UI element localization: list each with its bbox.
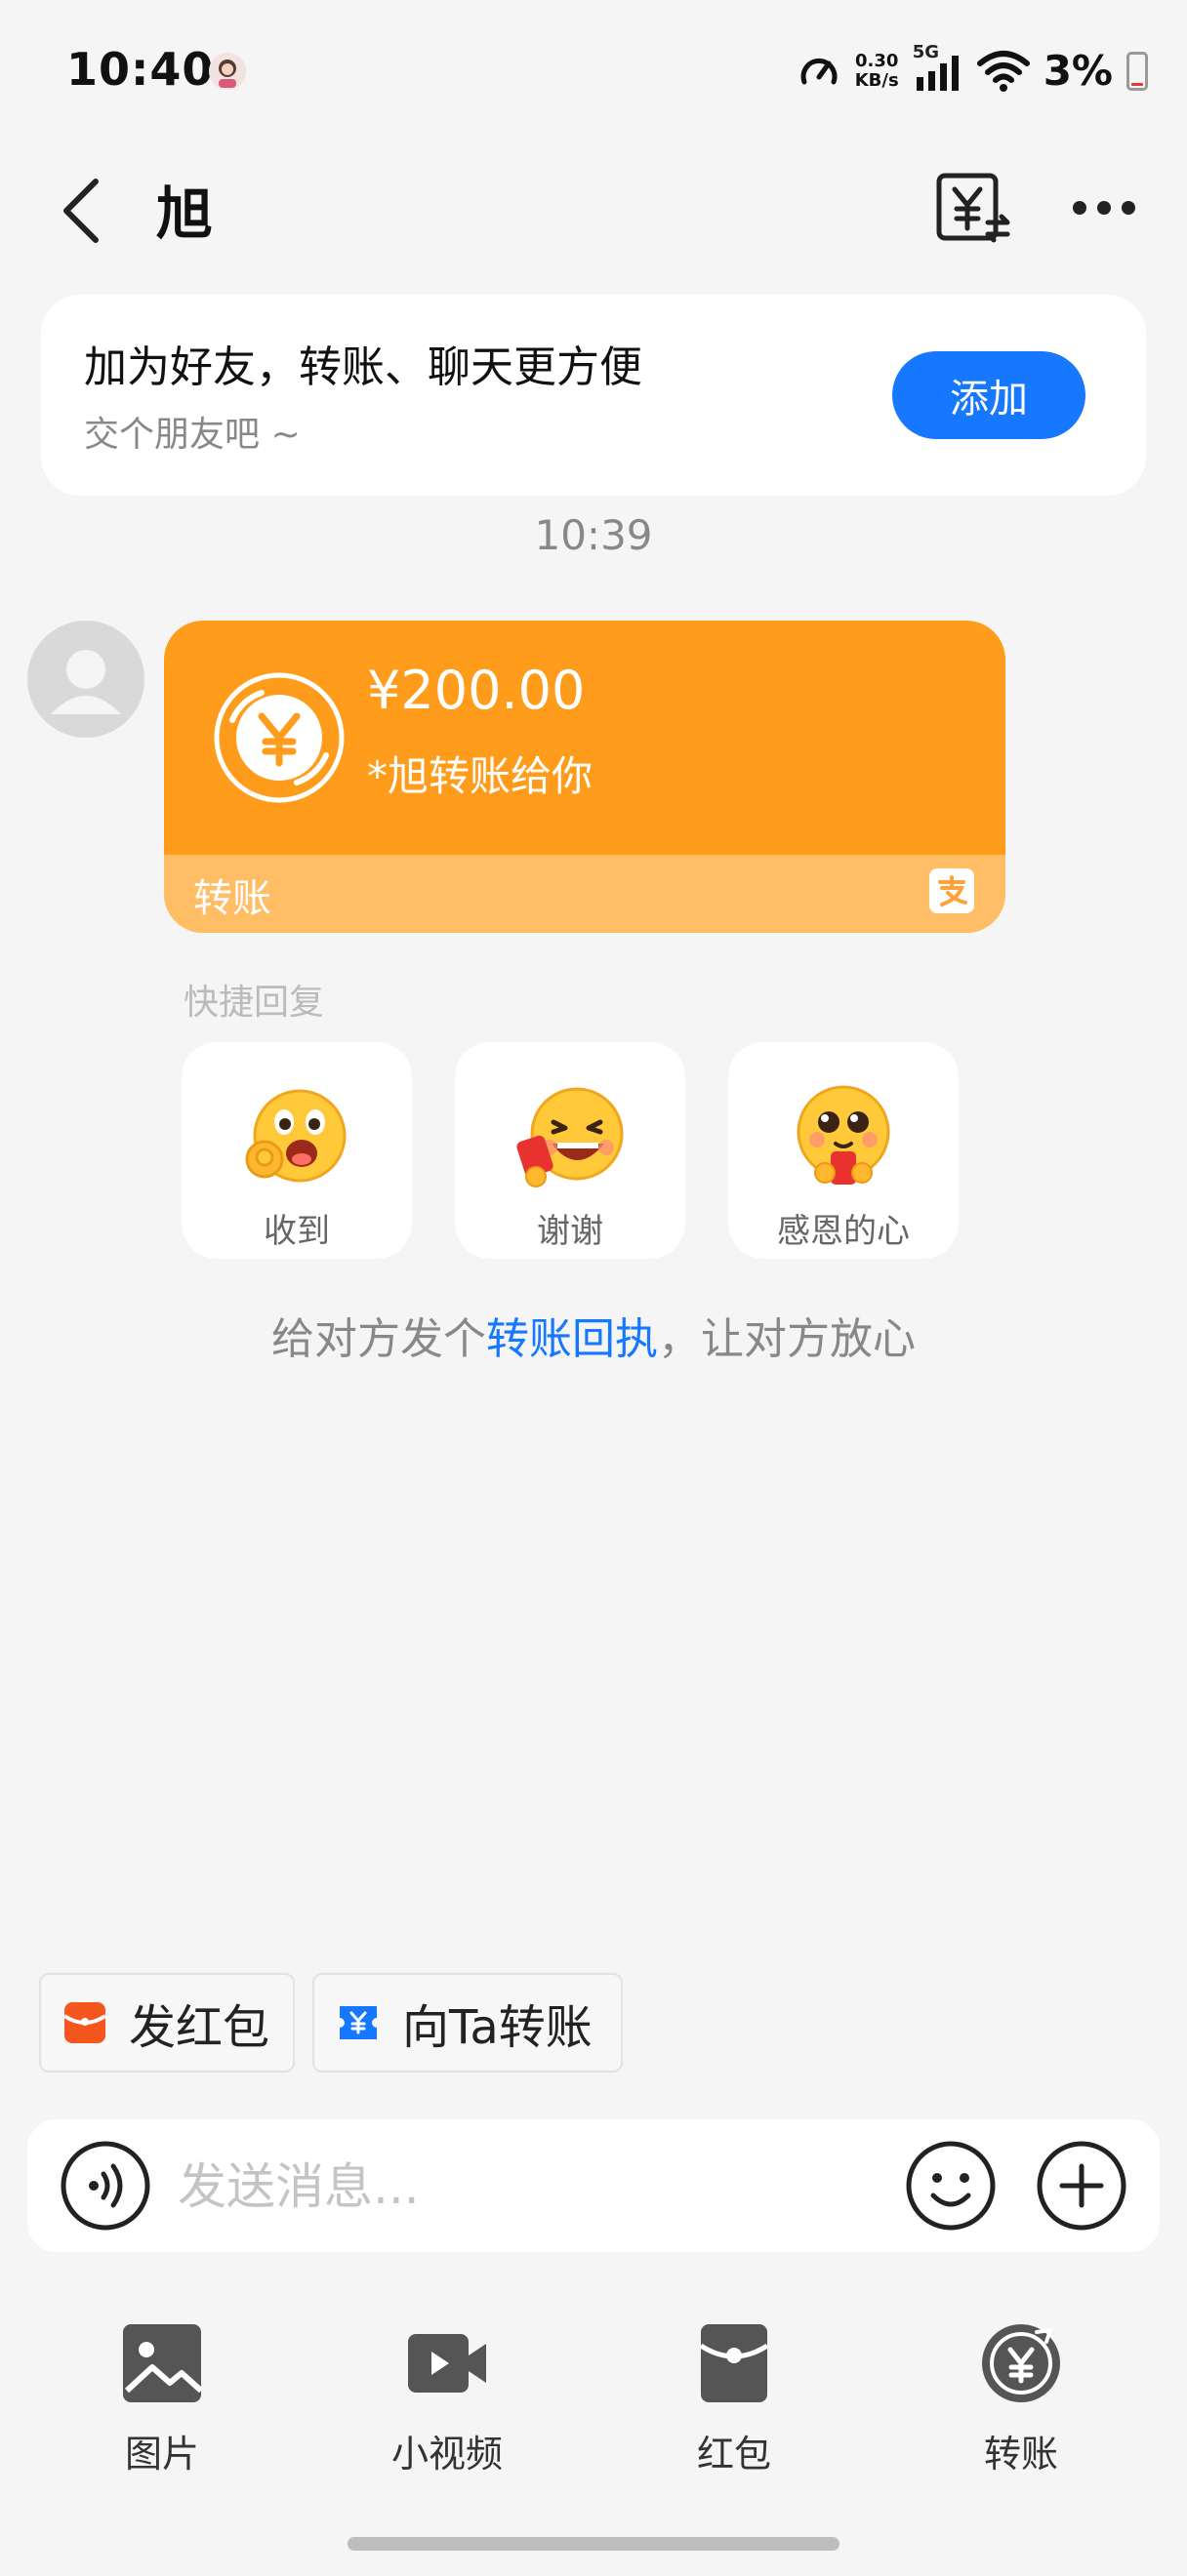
quick-reply-label: 收到 [264,1212,330,1251]
laughing-red-envelope-emoji-icon [516,1087,624,1187]
ok-hand-emoji-icon [245,1089,347,1183]
wifi-icon [976,50,1030,92]
chip-label: 发红包 [129,2000,270,2055]
quick-reply-item[interactable]: 谢谢 [455,1042,685,1259]
toolbar-red-packet[interactable]: 红包 [636,2320,832,2486]
signal-icon: 5G [913,42,963,95]
back-arrow-icon[interactable] [55,174,113,248]
quick-reply-title: 快捷回复 [184,983,325,1023]
toolbar-label: 红包 [696,2433,771,2475]
speedometer-icon [800,58,838,84]
add-friend-title: 加为好友，转账、聊天更方便 [84,342,642,392]
transfer-icon [982,2324,1060,2402]
transfer-amount: ¥200.00 [367,660,586,721]
more-icon[interactable] [1070,193,1138,222]
send-red-envelope-chip[interactable]: 发红包 [39,1973,295,2073]
add-friend-subtitle: 交个朋友吧 ~ [84,415,301,455]
transfer-receipt-hint: 给对方发个转账回执，让对方放心 [0,1304,1187,1366]
transfer-receipt-link[interactable]: 转账回执 [486,1314,658,1364]
home-indicator[interactable] [348,2537,839,2551]
status-icons: 0.30 KB/s 5G 3% [797,42,1148,95]
page-title: 旭 [156,181,214,247]
sender-avatar[interactable] [27,621,144,738]
alipay-icon [929,868,974,913]
transfer-yuan-icon [214,672,345,803]
bill-yuan-icon[interactable] [933,170,1011,248]
toolbar-transfer[interactable]: 转账 [923,2320,1119,2486]
battery-percent: 3% [1043,47,1113,95]
message-timestamp: 10:39 [534,511,653,559]
video-icon [408,2334,486,2393]
toolbar-label: 转账 [983,2433,1058,2475]
net-speed-value: 0.30 [854,50,899,71]
quick-reply-label: 感恩的心 [777,1212,910,1251]
toolbar-label: 小视频 [390,2433,503,2475]
transfer-description: *旭转账给你 [367,752,594,800]
image-icon [123,2324,204,2402]
network-type: 5G [912,41,939,62]
add-friend-button[interactable]: 添加 [892,351,1085,439]
transfer-ticket-icon [340,2006,377,2039]
net-speed: 0.30 KB/s [854,50,899,91]
transfer-card-footer [164,855,1005,933]
message-input[interactable] [176,2143,863,2231]
toolbar-video[interactable]: 小视频 [349,2320,545,2486]
toolbar-image[interactable]: 图片 [64,2320,260,2486]
hint-text-after: ，让对方放心 [658,1314,916,1364]
hint-text-before: 给对方发个 [271,1314,486,1364]
quick-reply-item[interactable]: 收到 [182,1042,412,1259]
net-speed-unit: KB/s [854,69,899,91]
battery-icon [1126,51,1148,91]
red-envelope-icon [62,2002,107,2043]
red-packet-icon [699,2324,769,2402]
quick-reply-label: 谢谢 [537,1212,603,1251]
plus-icon[interactable] [1035,2139,1128,2233]
transfer-to-ta-chip[interactable]: 向Ta转账 [312,1973,623,2073]
grateful-emoji-icon [797,1085,890,1185]
quick-reply-item[interactable]: 感恩的心 [728,1042,959,1259]
transfer-label: 转账 [193,876,271,921]
toolbar-label: 图片 [124,2433,199,2475]
status-time: 10:40 [66,43,215,96]
voice-icon[interactable] [59,2139,152,2233]
status-avatar-icon [209,53,246,90]
chip-label: 向Ta转账 [402,2000,593,2055]
emoji-smile-icon[interactable] [904,2139,998,2233]
